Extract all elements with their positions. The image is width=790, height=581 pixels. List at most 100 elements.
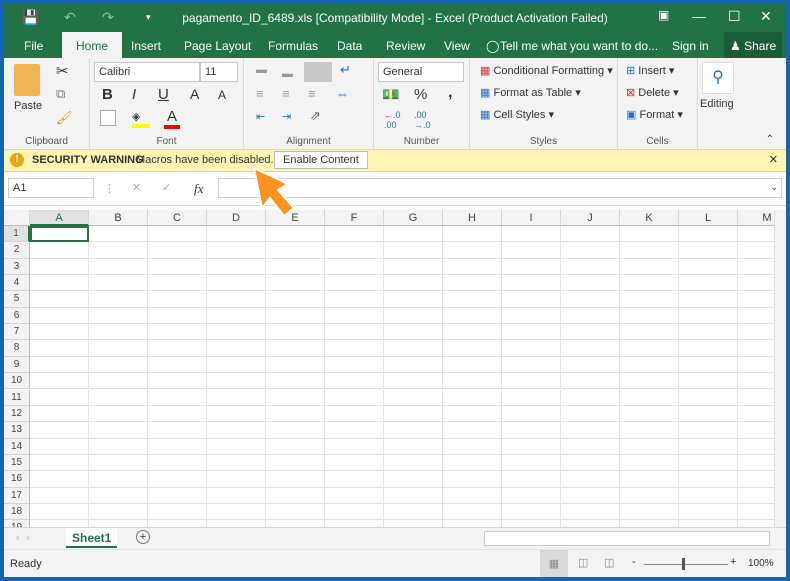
ribbon-display-icon[interactable]: ▣ xyxy=(658,8,669,22)
cell-F14[interactable] xyxy=(325,438,384,455)
cell-H12[interactable] xyxy=(443,405,502,423)
expand-formula-icon[interactable]: ⌄ xyxy=(770,182,778,193)
cell-I8[interactable] xyxy=(502,340,561,357)
cell-G9[interactable] xyxy=(384,356,443,374)
cell-L4[interactable] xyxy=(679,275,738,292)
cell-A15[interactable] xyxy=(30,454,89,472)
cell-H2[interactable] xyxy=(443,242,502,259)
cell-F1[interactable] xyxy=(325,226,384,243)
borders-icon[interactable] xyxy=(100,110,116,126)
zoom-level[interactable]: 100% xyxy=(748,558,774,569)
cell-L17[interactable] xyxy=(679,487,738,504)
row-header[interactable]: 7 xyxy=(4,324,30,341)
column-header[interactable]: I xyxy=(502,210,561,226)
cell-K13[interactable] xyxy=(620,422,679,439)
conditional-formatting-button[interactable]: ▦ Conditional Formatting ▾ xyxy=(480,64,613,77)
cell-J12[interactable] xyxy=(561,405,620,423)
zoom-slider[interactable] xyxy=(644,564,728,565)
cell-E16[interactable] xyxy=(266,471,325,488)
cell-I14[interactable] xyxy=(502,438,561,455)
cell-B7[interactable] xyxy=(89,324,148,341)
cell-G13[interactable] xyxy=(384,422,443,439)
cell-I1[interactable] xyxy=(502,226,561,243)
share-button[interactable]: ♟ Share xyxy=(724,32,782,58)
cell-A4[interactable] xyxy=(30,275,89,292)
column-header[interactable]: K xyxy=(620,210,679,226)
cell-L7[interactable] xyxy=(679,324,738,341)
cell-L1[interactable] xyxy=(679,226,738,243)
tab-review[interactable]: Review xyxy=(386,39,425,53)
cell-L12[interactable] xyxy=(679,405,738,423)
cell-G11[interactable] xyxy=(384,389,443,406)
align-left-icon[interactable]: ≡ xyxy=(256,86,264,101)
cell-F6[interactable] xyxy=(325,307,384,325)
select-all[interactable] xyxy=(4,210,30,226)
cell-C3[interactable] xyxy=(148,258,207,276)
editing-group[interactable]: ⚲ Editing xyxy=(698,58,738,150)
align-right-icon[interactable]: ≡ xyxy=(308,86,316,101)
cell-E11[interactable] xyxy=(266,389,325,406)
cell-D6[interactable] xyxy=(207,307,266,325)
cell-C12[interactable] xyxy=(148,405,207,423)
percent-button[interactable]: % xyxy=(414,86,427,103)
close-button[interactable]: ✕ xyxy=(760,8,772,25)
cell-I9[interactable] xyxy=(502,356,561,374)
column-header[interactable]: H xyxy=(443,210,502,226)
cell-H8[interactable] xyxy=(443,340,502,357)
formula-input[interactable] xyxy=(218,178,782,198)
cell-E13[interactable] xyxy=(266,422,325,439)
cell-C4[interactable] xyxy=(148,275,207,292)
cell-G1[interactable] xyxy=(384,226,443,243)
cell-B11[interactable] xyxy=(89,389,148,406)
cell-K18[interactable] xyxy=(620,503,679,521)
zoom-slider-thumb[interactable] xyxy=(682,558,685,570)
zoom-out-button[interactable]: - xyxy=(632,556,636,568)
cell-E7[interactable] xyxy=(266,324,325,341)
row-header[interactable]: 6 xyxy=(4,307,30,325)
cell-G3[interactable] xyxy=(384,258,443,276)
cell-F8[interactable] xyxy=(325,340,384,357)
cell-A1[interactable] xyxy=(30,226,89,243)
cell-L9[interactable] xyxy=(679,356,738,374)
search-icon[interactable]: ⚲ xyxy=(702,62,734,94)
cell-I2[interactable] xyxy=(502,242,561,259)
cell-I3[interactable] xyxy=(502,258,561,276)
cell-C7[interactable] xyxy=(148,324,207,341)
cell-I6[interactable] xyxy=(502,307,561,325)
cell-E2[interactable] xyxy=(266,242,325,259)
cell-H1[interactable] xyxy=(443,226,502,243)
cell-G6[interactable] xyxy=(384,307,443,325)
cell-G10[interactable] xyxy=(384,373,443,390)
cell-I16[interactable] xyxy=(502,471,561,488)
cell-B16[interactable] xyxy=(89,471,148,488)
cell-D4[interactable] xyxy=(207,275,266,292)
cell-D11[interactable] xyxy=(207,389,266,406)
cell-A13[interactable] xyxy=(30,422,89,439)
increase-decimal-icon[interactable]: ←.0.00 xyxy=(384,110,401,130)
italic-button[interactable]: I xyxy=(132,86,136,103)
cell-D18[interactable] xyxy=(207,503,266,521)
cell-K14[interactable] xyxy=(620,438,679,455)
cell-H17[interactable] xyxy=(443,487,502,504)
grow-font-button[interactable]: A xyxy=(190,86,199,102)
cell-E12[interactable] xyxy=(266,405,325,423)
cell-G18[interactable] xyxy=(384,503,443,521)
cell-F10[interactable] xyxy=(325,373,384,390)
cell-E17[interactable] xyxy=(266,487,325,504)
cell-E9[interactable] xyxy=(266,356,325,374)
cell-I7[interactable] xyxy=(502,324,561,341)
cell-H15[interactable] xyxy=(443,454,502,472)
cell-B2[interactable] xyxy=(89,242,148,259)
cell-E10[interactable] xyxy=(266,373,325,390)
column-header[interactable]: L xyxy=(679,210,738,226)
cell-C16[interactable] xyxy=(148,471,207,488)
cell-C17[interactable] xyxy=(148,487,207,504)
cell-styles-button[interactable]: ▦ Cell Styles ▾ xyxy=(480,108,554,121)
cell-D17[interactable] xyxy=(207,487,266,504)
align-top-icon[interactable]: ▬ xyxy=(256,64,267,76)
tab-insert[interactable]: Insert xyxy=(131,39,161,53)
cell-D16[interactable] xyxy=(207,471,266,488)
cell-C2[interactable] xyxy=(148,242,207,259)
column-header[interactable]: F xyxy=(325,210,384,226)
row-header[interactable]: 9 xyxy=(4,356,30,374)
